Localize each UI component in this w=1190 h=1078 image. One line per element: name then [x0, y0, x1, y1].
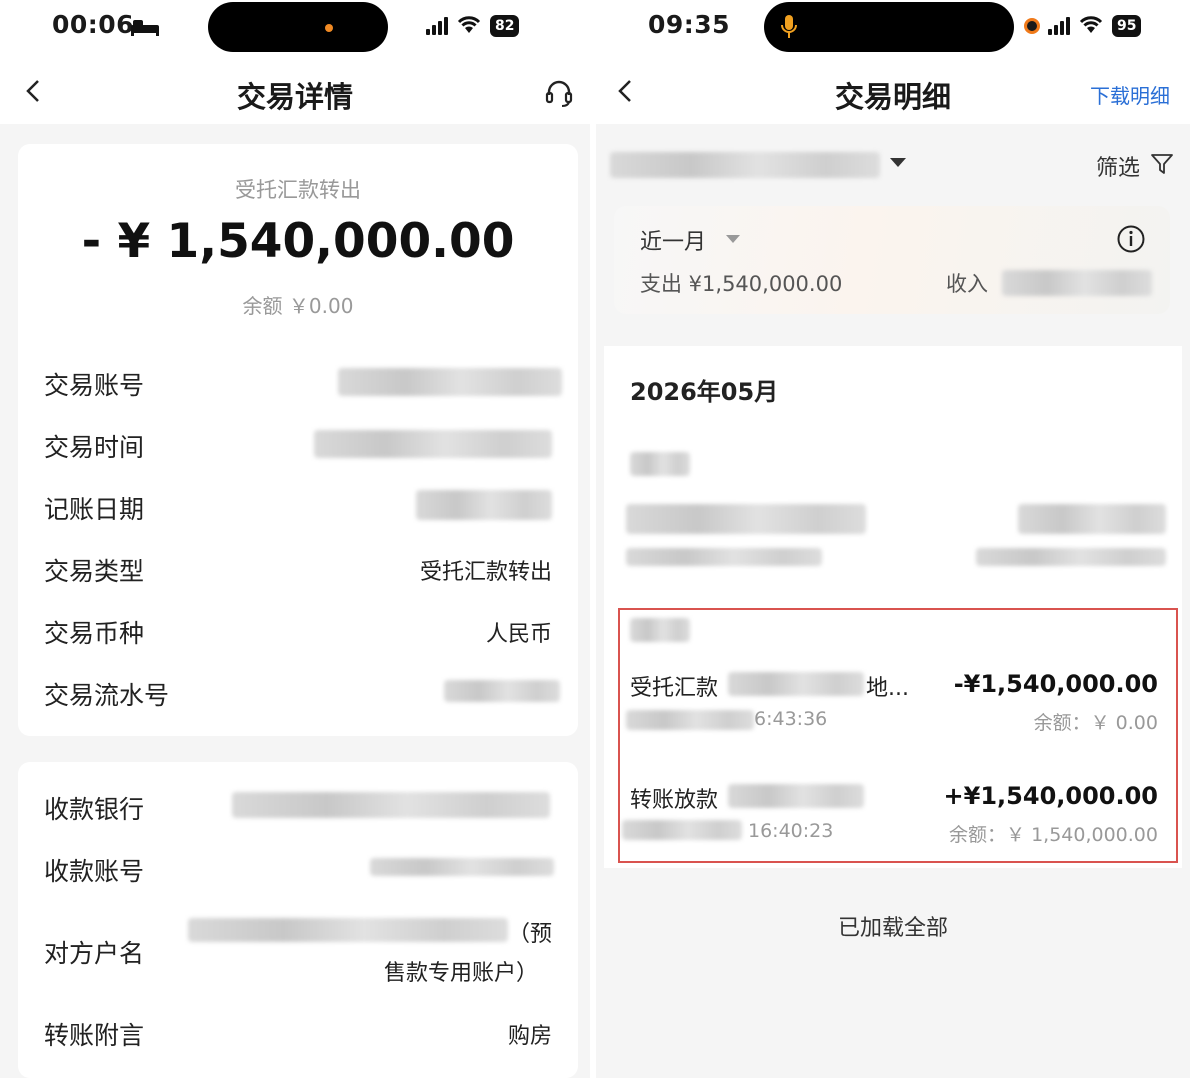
nav-bar: 交易明细 下载明细 [596, 58, 1190, 124]
recording-dot-icon [1024, 18, 1040, 34]
detail-label: 交易流水号 [44, 681, 170, 710]
detail-label: 交易币种 [44, 619, 145, 648]
page-title: 交易详情 [236, 80, 353, 114]
payee-bank-redacted [232, 792, 550, 818]
serial-number-redacted [444, 680, 560, 702]
period-selector[interactable]: 近一月 [640, 224, 706, 256]
payee-name-suffix-2: 售款专用账户） [383, 961, 538, 986]
status-bar: 09:35 95 [596, 0, 1190, 58]
period-summary-card: 近一月 支出 ¥1,540,000.00 收入 [614, 206, 1170, 314]
battery-indicator: 95 [1112, 15, 1142, 37]
payee-bank-label: 收款银行 [44, 795, 145, 824]
transaction-amount: - ¥ 1,540,000.00 [81, 214, 515, 269]
status-icons: 95 [1024, 14, 1142, 38]
filter-button[interactable]: 筛选 [1096, 150, 1140, 182]
status-bar: 00:06 82 [0, 0, 590, 58]
activity-dot-icon [325, 24, 333, 32]
microphone-icon [780, 14, 798, 44]
balance-text: 余额 ￥0.00 [242, 294, 354, 318]
signal-icon [426, 17, 448, 35]
filter-icon[interactable] [1150, 152, 1174, 180]
transaction-time-redacted [314, 430, 552, 458]
transaction-detail-card: 受托汇款转出 - ¥ 1,540,000.00 余额 ￥0.00 交易账号 交易… [18, 144, 578, 736]
payee-card: 收款银行 收款账号 对方户名 （预 售款专用账户） 转账附言 购房 [18, 762, 578, 1078]
detail-label: 交易账号 [44, 371, 145, 400]
bed-icon [130, 17, 160, 41]
status-time: 00:06 [52, 10, 135, 39]
memo-value: 购房 [507, 1024, 552, 1049]
payee-name-suffix: （预 [507, 922, 552, 947]
expense-total: 支出 ¥1,540,000.00 [640, 272, 843, 296]
transaction-type-caption: 受托汇款转出 [235, 178, 361, 202]
nav-bar: 交易详情 [0, 58, 590, 124]
wifi-icon [1078, 14, 1104, 38]
download-details-button[interactable]: 下载明细 [1090, 80, 1170, 109]
wifi-icon [456, 14, 482, 38]
income-label: 收入 [946, 272, 988, 296]
period-caret-icon[interactable] [726, 235, 740, 243]
highlight-box [618, 608, 1178, 863]
payee-account-redacted [370, 858, 554, 876]
payee-name-redacted [188, 918, 508, 942]
dynamic-island [208, 2, 388, 52]
posting-date-redacted [416, 490, 552, 520]
status-time: 09:35 [648, 10, 731, 39]
list-end-message: 已加载全部 [837, 916, 948, 941]
dynamic-island [764, 2, 1014, 52]
payee-name-label: 对方户名 [44, 939, 145, 968]
account-number-redacted [338, 368, 562, 396]
memo-label: 转账附言 [44, 1021, 145, 1050]
detail-label: 交易时间 [44, 433, 145, 462]
headset-icon[interactable] [544, 78, 574, 112]
income-total-redacted [1002, 270, 1152, 296]
detail-value: 人民币 [485, 622, 552, 647]
battery-indicator: 82 [490, 15, 520, 37]
info-icon[interactable] [1116, 224, 1146, 258]
detail-value: 受托汇款转出 [419, 560, 552, 585]
detail-label: 交易类型 [44, 557, 145, 586]
detail-label: 记账日期 [44, 495, 145, 524]
month-header: 2026年05月 [630, 378, 779, 406]
status-icons: 82 [426, 14, 520, 38]
signal-icon [1048, 17, 1070, 35]
account-selector-redacted[interactable] [610, 152, 880, 178]
transaction-list-screen: 09:35 95 交易明细 下载明细 筛选 近一月 支出 ¥1,540,000.… [596, 0, 1190, 1078]
transaction-detail-screen: 00:06 82 交易详情 受托汇款转出 - ¥ 1,540,000.00 余额… [0, 0, 590, 1078]
payee-account-label: 收款账号 [44, 857, 145, 886]
caret-down-icon[interactable] [890, 158, 906, 167]
